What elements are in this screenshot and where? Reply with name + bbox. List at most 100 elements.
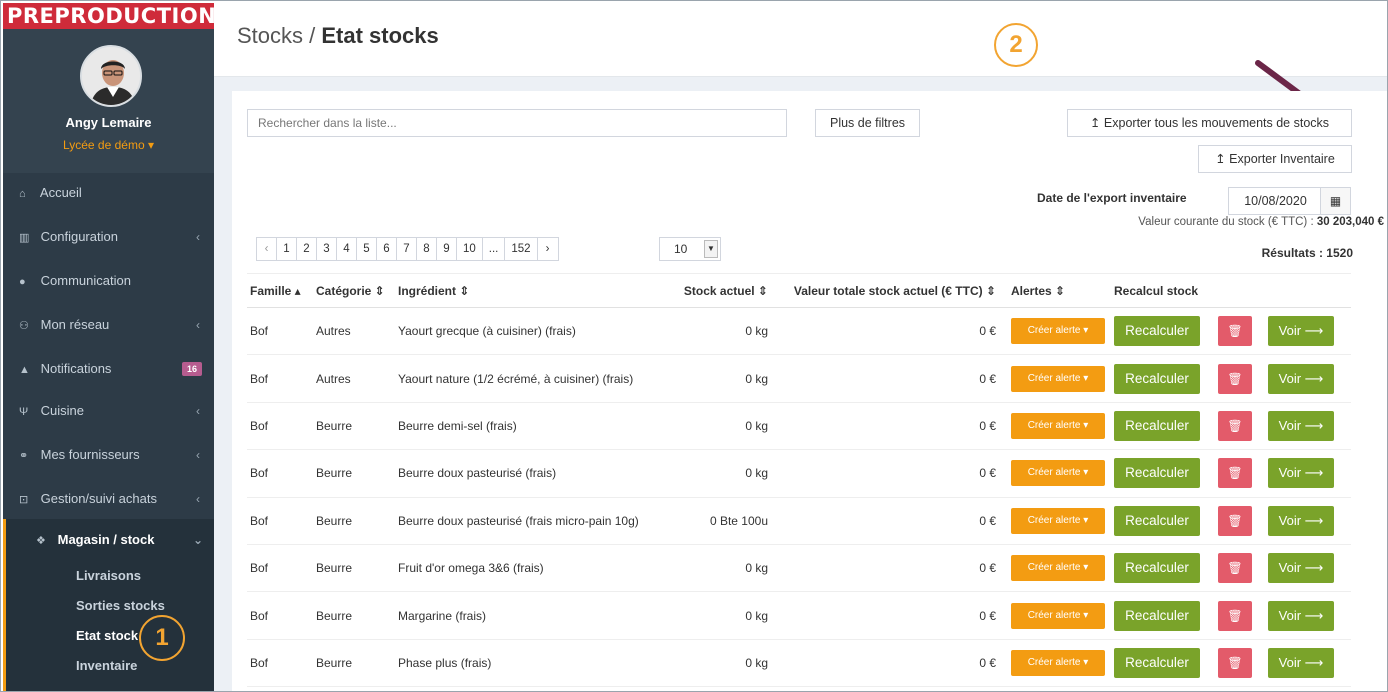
create-alert-button[interactable]: Créer alerte ▾ [1011,507,1105,534]
cell-alertes: Créer alerte ▾ [999,354,1111,403]
column-header-famille[interactable]: Famille ▴ [247,273,313,308]
sidebar-item-fournisseurs[interactable]: ⚭ Mes fournisseurs ‹ [3,435,214,475]
column-header-ingredient[interactable]: Ingrédient ⇕ [395,273,671,308]
create-alert-button[interactable]: Créer alerte ▾ [1011,602,1105,629]
school-selector[interactable]: Lycée de démo ▾ [3,138,214,152]
sidebar-item-mon-reseau[interactable]: ⚇ Mon réseau ‹ [3,305,214,345]
trash-icon: 🗑 [1227,655,1243,670]
sidebar-subitem-livraisons[interactable]: Livraisons [22,561,214,591]
sidebar-subitem-sorties-stocks[interactable]: Sorties stocks [22,591,214,621]
pagination-page[interactable]: 5 [357,238,377,260]
pagination-page[interactable]: 3 [317,238,337,260]
cell-delete: 🗑 [1215,639,1265,688]
view-button[interactable]: Voir ⟶ [1268,410,1334,441]
pagination-prev[interactable]: ‹ [257,238,277,260]
create-alert-button[interactable]: Créer alerte ▾ [1011,460,1105,487]
cell-delete: 🗑 [1215,354,1265,403]
column-header-valeur[interactable]: Valeur totale stock actuel (€ TTC) ⇕ [771,273,999,308]
search-input[interactable] [247,109,787,137]
sidebar-item-cuisine[interactable]: Ψ Cuisine ‹ [3,391,214,431]
recalculate-button[interactable]: Recalculer [1114,363,1200,394]
create-alert-button[interactable]: Créer alerte ▾ [1011,555,1105,582]
pagination-page[interactable]: 2 [297,238,317,260]
breadcrumb-parent[interactable]: Stocks / [237,23,321,48]
delete-button[interactable]: 🗑 [1218,647,1252,678]
recalculate-button[interactable]: Recalculer [1114,647,1200,678]
pagination-next[interactable]: › [538,238,558,260]
sidebar-item-label: Mon réseau [40,317,110,332]
export-date-picker[interactable]: 10/08/2020 ▦ [1228,187,1351,215]
recalculate-button[interactable]: Recalculer [1114,458,1200,489]
pagination-page[interactable]: 152 [505,238,538,260]
cell-ingredient: Fruit d'or omega 3&6 (frais) [395,544,671,593]
view-button[interactable]: Voir ⟶ [1268,553,1334,584]
chevron-left-icon: ‹ [196,448,200,462]
view-button[interactable]: Voir ⟶ [1268,600,1334,631]
sidebar-item-notifications[interactable]: ▲ Notifications 16 [3,349,214,389]
pagination-page[interactable]: 9 [437,238,457,260]
sidebar-item-gestion-achats[interactable]: ⊡ Gestion/suivi achats ‹ [3,479,214,519]
page-size-select[interactable]: 10 ▼ [659,237,721,261]
sidebar-item-label: Magasin / stock [57,532,155,547]
cell-categorie: Autres [313,354,395,403]
column-header-alertes[interactable]: Alertes ⇕ [999,273,1111,308]
delete-button[interactable]: 🗑 [1218,553,1252,584]
more-filters-button[interactable]: Plus de filtres [815,109,920,137]
recalculate-button[interactable]: Recalculer [1114,316,1200,347]
cell-ingredient: Beurre doux pasteurisé (frais micro-pain… [395,497,671,545]
delete-button[interactable]: 🗑 [1218,458,1252,489]
pagination-page[interactable]: 10 [457,238,483,260]
view-button[interactable]: Voir ⟶ [1268,363,1334,394]
avatar[interactable] [80,45,142,107]
view-button[interactable]: Voir ⟶ [1268,647,1334,678]
cell-alertes: Créer alerte ▾ [999,449,1111,498]
delete-button[interactable]: 🗑 [1218,363,1252,394]
cell-view: Voir ⟶ [1265,639,1351,688]
column-header-categorie[interactable]: Catégorie ⇕ [313,273,395,308]
breadcrumb: Stocks / Etat stocks [237,23,439,49]
cell-famille: Bof [247,544,313,593]
table-row: Bof Autres Yaourt grecque (à cuisiner) (fr… [247,307,1351,356]
export-movements-button[interactable]: ↥ Exporter tous les mouvements de stocks [1067,109,1352,137]
pagination-page[interactable]: 6 [377,238,397,260]
view-button[interactable]: Voir ⟶ [1268,458,1334,489]
create-alert-button[interactable]: Créer alerte ▾ [1011,412,1105,439]
network-icon: ⚇ [19,320,29,332]
sidebar-subitem-etat-stock[interactable]: Etat stock [22,621,214,651]
sidebar-subitem-inventaire[interactable]: Inventaire [22,651,214,681]
delete-button[interactable]: 🗑 [1218,316,1252,347]
pagination-page[interactable]: 8 [417,238,437,260]
cell-view: Voir ⟶ [1265,402,1351,451]
delete-button[interactable]: 🗑 [1218,505,1252,536]
view-button[interactable]: Voir ⟶ [1268,316,1334,347]
cell-recalcul: Recalculer [1111,639,1215,688]
cell-delete: 🗑 [1215,402,1265,451]
pagination-page[interactable]: 1 [277,238,297,260]
bank-icon: ▥ [19,232,30,244]
sidebar-group-header[interactable]: ❖ Magasin / stock ⌄ [22,519,214,561]
recalculate-button[interactable]: Recalculer [1114,553,1200,584]
create-alert-button[interactable]: Créer alerte ▾ [1011,649,1105,676]
export-inventory-button[interactable]: ↥ Exporter Inventaire [1198,145,1352,173]
column-header-stock[interactable]: Stock actuel ⇕ [671,273,771,308]
cell-alertes: Créer alerte ▾ [999,544,1111,593]
sidebar-item-configuration[interactable]: ▥ Configuration ‹ [3,217,214,257]
recalculate-button[interactable]: Recalculer [1114,410,1200,441]
sidebar-item-communication[interactable]: ● Communication [3,261,214,301]
create-alert-button[interactable]: Créer alerte ▾ [1011,318,1105,345]
export-date-value[interactable]: 10/08/2020 [1229,188,1322,214]
cell-stock: 0 kg [671,639,771,688]
pagination-page[interactable]: 4 [337,238,357,260]
delete-button[interactable]: 🗑 [1218,410,1252,441]
sidebar-item-accueil[interactable]: ⌂ Accueil [3,173,214,213]
chevron-left-icon: ‹ [196,318,200,332]
recalculate-button[interactable]: Recalculer [1114,505,1200,536]
chevron-left-icon: ‹ [196,230,200,244]
recalculate-button[interactable]: Recalculer [1114,600,1200,631]
view-button[interactable]: Voir ⟶ [1268,505,1334,536]
delete-button[interactable]: 🗑 [1218,600,1252,631]
create-alert-button[interactable]: Créer alerte ▾ [1011,365,1105,392]
cell-alertes: Créer alerte ▾ [999,307,1111,356]
pagination-page[interactable]: 7 [397,238,417,260]
calendar-icon[interactable]: ▦ [1320,188,1350,214]
